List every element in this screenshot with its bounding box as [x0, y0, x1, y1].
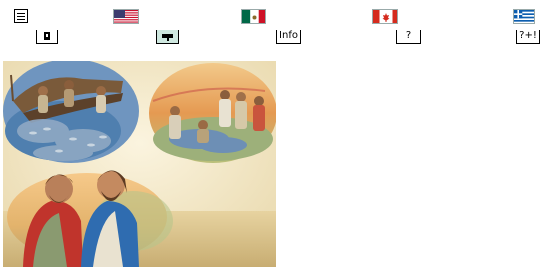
flag-mexico-icon[interactable]	[241, 9, 266, 24]
hamburger-menu-icon[interactable]	[14, 9, 28, 23]
teacher-board-button[interactable]	[156, 30, 179, 44]
tools-bar: Info ? ?+!	[0, 30, 541, 46]
help-button[interactable]: ?	[396, 30, 421, 44]
shore-vignette	[149, 63, 276, 163]
story-illustration	[3, 61, 276, 267]
flag-greece-icon[interactable]	[513, 9, 535, 24]
flag-canada-icon[interactable]	[372, 9, 398, 24]
info-button[interactable]: Info	[276, 30, 301, 44]
print-button[interactable]	[36, 30, 58, 44]
teacher-board-icon	[162, 34, 173, 38]
print-icon	[44, 32, 50, 40]
fishing-boat-vignette	[3, 61, 139, 163]
flag-us-icon[interactable]	[113, 9, 139, 24]
quiz-button[interactable]: ?+!	[516, 30, 540, 44]
language-bar	[0, 6, 541, 26]
